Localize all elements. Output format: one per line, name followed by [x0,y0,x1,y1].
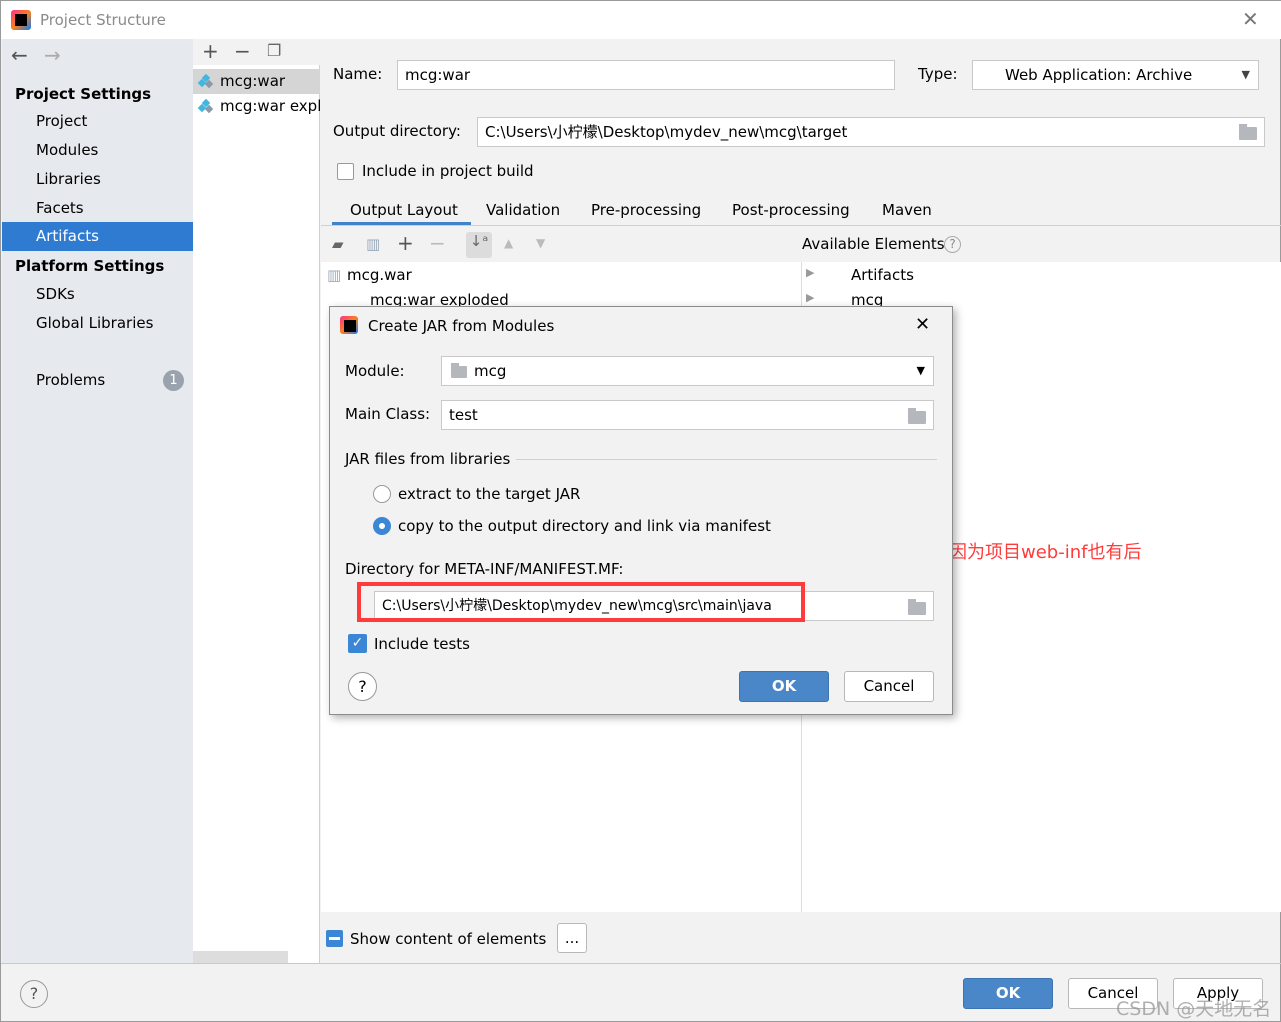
show-content-checkbox[interactable] [326,930,343,947]
create-jar-dialog: Create JAR from Modules ✕ Module: mcg ▼ M… [329,306,953,715]
sidebar-item-modules[interactable]: Modules [2,136,193,165]
help-button[interactable]: ? [20,980,48,1008]
type-label: Type: [918,65,958,83]
archive-icon: ▥ [327,266,342,284]
copy-option-label: copy to the output directory and link vi… [398,517,771,535]
manifest-label: Directory for META-INF/MANIFEST.MF: [345,560,624,578]
artifact-label: mcg:war expl [220,97,320,115]
list-item[interactable]: mcg:war [193,69,320,94]
include-tests-label: Include tests [374,635,470,653]
tab-validation[interactable]: Validation [486,199,560,225]
extract-radio[interactable] [373,485,391,503]
move-up-icon[interactable]: ▲ [504,236,513,250]
output-directory-label: Output directory: [333,122,461,140]
main-class-input[interactable]: test [441,400,934,430]
dialog-title: Create JAR from Modules [368,317,555,335]
expand-arrow-icon[interactable]: ▶ [806,291,814,304]
browse-folder-icon[interactable] [908,408,926,424]
remove-element-icon[interactable]: − [429,231,446,255]
back-arrow-icon[interactable]: ← [11,43,28,67]
include-tests-checkbox[interactable]: ✓ [348,634,367,653]
show-content-label: Show content of elements [350,930,547,948]
help-icon[interactable]: ? [944,236,961,253]
chevron-down-icon: ▼ [916,364,925,377]
module-value: mcg [474,362,507,380]
artifact-label: mcg:war [220,72,286,90]
sidebar-item-facets[interactable]: Facets [2,194,193,223]
forward-arrow-icon[interactable]: → [44,43,61,67]
window-title: Project Structure [40,11,166,29]
add-element-icon[interactable]: + [397,231,414,255]
name-input[interactable]: mcg:war [397,60,895,90]
section-project-settings: Project Settings [15,85,152,103]
tab-post-processing[interactable]: Post-processing [732,199,850,225]
extract-option-label: extract to the target JAR [398,485,581,503]
output-directory-input[interactable]: C:\Users\小柠檬\Desktop\mydev_new\mcg\targe… [477,117,1265,147]
section-platform-settings: Platform Settings [15,257,165,275]
sort-icon[interactable]: ↓ᵃ [466,232,492,258]
horizontal-scrollbar[interactable] [193,951,288,963]
list-toolbar: + − ❐ [193,39,320,65]
available-elements-label: Available Elements [802,235,945,253]
include-in-build-checkbox[interactable] [337,163,354,180]
sidebar-item-problems[interactable]: Problems 1 [2,366,193,395]
footer-divider [1,963,1281,964]
type-select[interactable]: Web Application: Archive ▼ [972,60,1259,90]
tab-pre-processing[interactable]: Pre-processing [591,199,701,225]
artifact-list: + − ❐ mcg:war mcg:war expl [193,39,320,963]
help-button[interactable]: ? [348,672,377,701]
available-item-artifacts[interactable]: Artifacts [851,266,914,284]
highlight-box [357,582,805,622]
type-value: Web Application: Archive [1005,66,1193,84]
artifact-icon [197,73,214,89]
artifact-icon [197,98,214,114]
problems-label: Problems [36,371,106,389]
tab-divider [321,225,1281,226]
ok-button[interactable]: OK [963,978,1053,1009]
archive-icon[interactable]: ▥ [366,235,380,253]
sidebar-item-global-libraries[interactable]: Global Libraries [2,309,193,338]
module-folder-icon [451,363,467,378]
intellij-logo-icon [11,10,31,30]
sidebar-item-artifacts[interactable]: Artifacts [2,222,193,251]
folder-icon[interactable] [1239,124,1257,140]
add-icon[interactable]: + [202,39,219,63]
sidebar-item-project[interactable]: Project [2,107,193,136]
remove-icon[interactable]: − [234,39,251,63]
watermark: CSDN @天地无名 [1116,998,1272,1020]
expand-arrow-icon[interactable]: ▶ [806,266,814,279]
module-select[interactable]: mcg ▼ [441,356,934,386]
name-label: Name: [333,65,383,83]
move-down-icon[interactable]: ▼ [536,236,545,250]
title-bar: Project Structure ✕ [1,1,1281,39]
sidebar-item-libraries[interactable]: Libraries [2,165,193,194]
close-icon[interactable]: ✕ [915,314,930,335]
copy-icon[interactable]: ❐ [267,41,281,60]
tree-item-mcg-war[interactable]: mcg.war [347,266,412,284]
chevron-down-icon: ▼ [1241,68,1250,81]
main-class-label: Main Class: [345,405,431,423]
module-label: Module: [345,362,405,380]
dialog-cancel-button[interactable]: Cancel [844,671,934,702]
intellij-logo-icon [340,316,358,334]
list-item[interactable]: mcg:war expl [193,94,320,119]
more-button[interactable]: ... [557,923,587,953]
problems-count-badge: 1 [163,370,184,391]
close-icon[interactable]: ✕ [1242,7,1259,31]
tab-maven[interactable]: Maven [882,199,932,225]
sidebar: ← → Project Settings Project Modules Lib… [2,39,193,963]
section-divider [516,459,937,460]
browse-folder-icon[interactable] [908,599,926,615]
dialog-ok-button[interactable]: OK [739,671,829,702]
jar-section-label: JAR files from libraries [345,450,511,468]
new-folder-icon[interactable]: ▰ [332,235,344,253]
sidebar-item-sdks[interactable]: SDKs [2,280,193,309]
copy-radio[interactable] [373,517,391,535]
include-in-build-label: Include in project build [362,162,534,180]
